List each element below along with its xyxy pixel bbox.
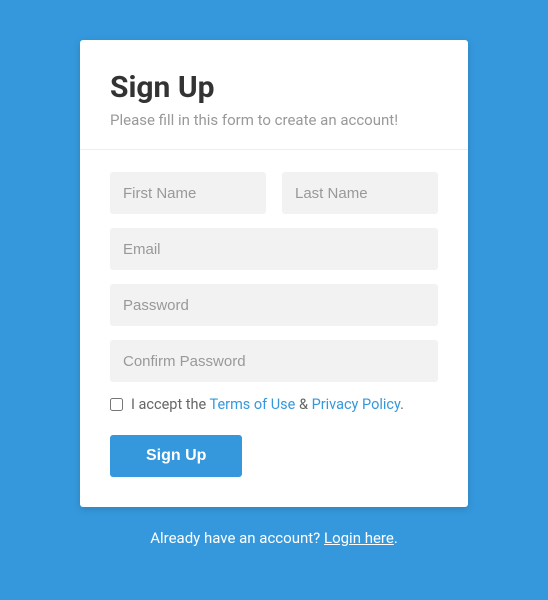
- password-input[interactable]: [110, 284, 438, 326]
- terms-text: I accept the Terms of Use & Privacy Poli…: [131, 396, 404, 413]
- email-group: [110, 228, 438, 270]
- name-row: [110, 172, 438, 214]
- terms-checkbox[interactable]: [110, 398, 123, 411]
- privacy-policy-link[interactable]: Privacy Policy: [312, 396, 401, 413]
- signup-card: Sign Up Please fill in this form to crea…: [80, 40, 468, 507]
- signup-button[interactable]: Sign Up: [110, 435, 242, 477]
- terms-row: I accept the Terms of Use & Privacy Poli…: [110, 396, 438, 413]
- password-group: [110, 284, 438, 326]
- login-footer: Already have an account? Login here.: [150, 529, 398, 547]
- terms-separator: &: [295, 396, 311, 413]
- first-name-input[interactable]: [110, 172, 266, 214]
- terms-of-use-link[interactable]: Terms of Use: [210, 396, 296, 413]
- terms-suffix: .: [400, 396, 404, 413]
- login-link[interactable]: Login here: [324, 529, 394, 547]
- email-input[interactable]: [110, 228, 438, 270]
- header-divider: [80, 149, 468, 150]
- footer-text: Already have an account?: [150, 529, 324, 547]
- footer-suffix: .: [394, 529, 398, 547]
- form-header: Sign Up Please fill in this form to crea…: [110, 70, 438, 129]
- page-title: Sign Up: [110, 70, 438, 105]
- last-name-input[interactable]: [282, 172, 438, 214]
- page-subtitle: Please fill in this form to create an ac…: [110, 111, 438, 129]
- confirm-password-group: [110, 340, 438, 382]
- confirm-password-input[interactable]: [110, 340, 438, 382]
- terms-prefix: I accept the: [131, 396, 210, 413]
